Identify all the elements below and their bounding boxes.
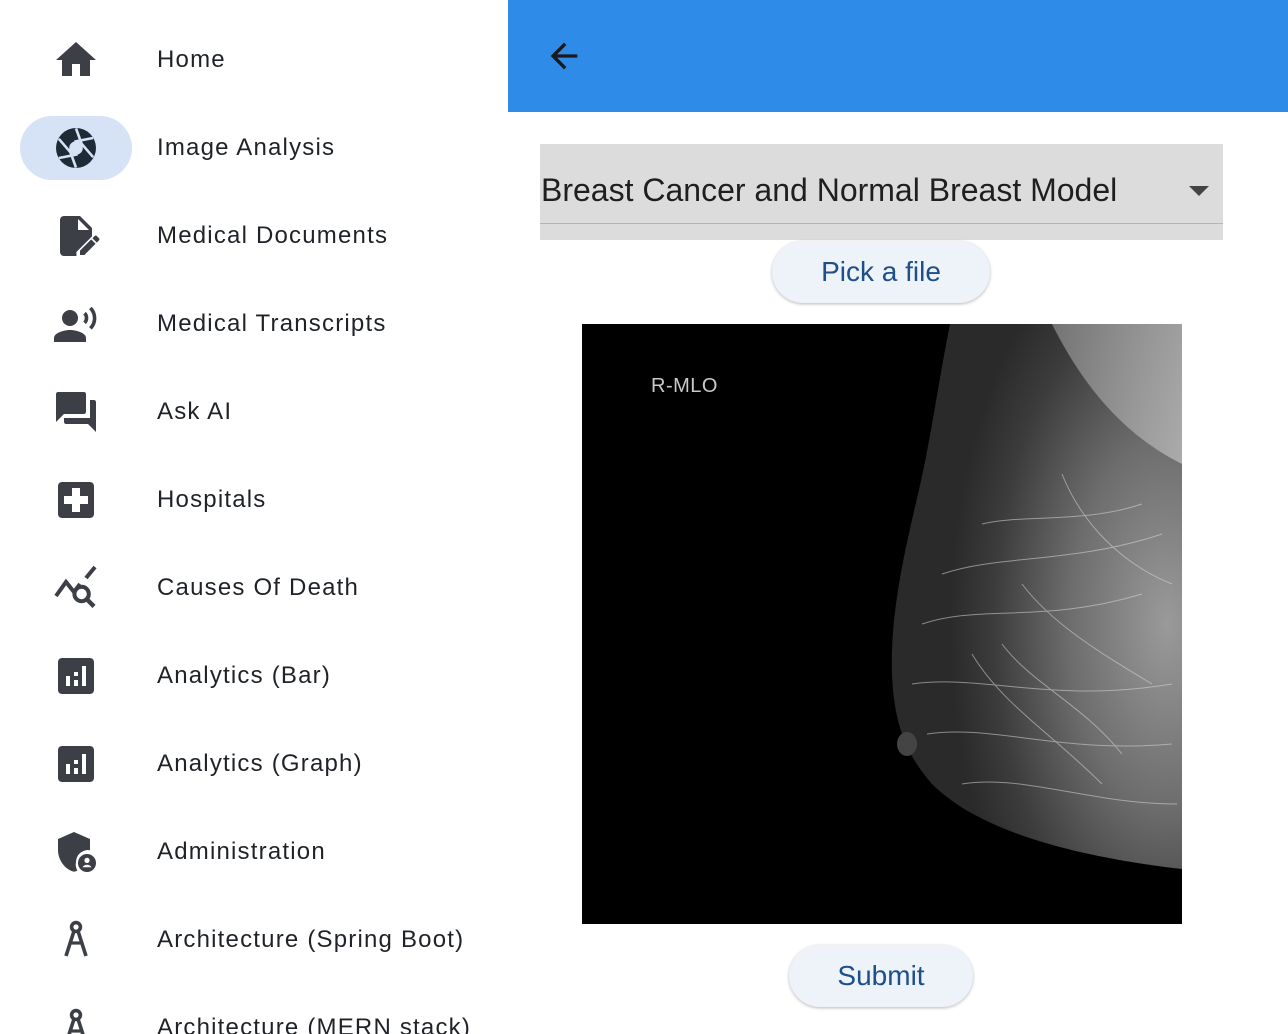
sidebar-item-architecture-spring-boot[interactable]: Architecture (Spring Boot) bbox=[0, 908, 508, 972]
sidebar-item-analytics-bar[interactable]: Analytics (Bar) bbox=[0, 644, 508, 708]
sidebar-item-label: Architecture (MERN stack) bbox=[157, 1014, 472, 1034]
bar-chart-icon bbox=[20, 732, 132, 796]
edit-document-icon bbox=[20, 204, 132, 268]
query-stats-icon bbox=[20, 556, 132, 620]
sidebar-item-label: Analytics (Bar) bbox=[157, 662, 332, 689]
sidebar-item-label: Image Analysis bbox=[157, 134, 336, 161]
sidebar-item-home[interactable]: Home bbox=[0, 28, 508, 92]
sidebar-item-administration[interactable]: Administration bbox=[0, 820, 508, 884]
sidebar-item-architecture-mern-stack[interactable]: Architecture (MERN stack) bbox=[0, 996, 508, 1034]
chat-bubbles-icon bbox=[20, 380, 132, 444]
arrow-back-icon bbox=[550, 42, 578, 70]
sidebar-item-image-analysis[interactable]: Image Analysis bbox=[0, 116, 508, 180]
app-root: Home Image Analysis Medical Documents Me… bbox=[0, 0, 1288, 1034]
sidebar-item-causes-of-death[interactable]: Causes Of Death bbox=[0, 556, 508, 620]
sidebar-item-label: Home bbox=[157, 46, 226, 73]
model-select-value: Breast Cancer and Normal Breast Model bbox=[541, 172, 1118, 208]
app-bar bbox=[508, 0, 1288, 112]
navigation-drawer: Home Image Analysis Medical Documents Me… bbox=[0, 0, 508, 1034]
sidebar-item-label: Medical Documents bbox=[157, 222, 389, 249]
sidebar-item-analytics-graph[interactable]: Analytics (Graph) bbox=[0, 732, 508, 796]
camera-aperture-icon bbox=[20, 116, 132, 180]
home-icon bbox=[20, 28, 132, 92]
sidebar-item-medical-documents[interactable]: Medical Documents bbox=[0, 204, 508, 268]
mammogram-image bbox=[891, 324, 1182, 869]
architecture-compass-icon bbox=[20, 996, 132, 1034]
back-button[interactable] bbox=[536, 30, 592, 82]
sidebar-item-label: Architecture (Spring Boot) bbox=[157, 926, 465, 953]
model-select-dropdown[interactable]: Breast Cancer and Normal Breast Model bbox=[540, 144, 1223, 240]
sidebar-item-medical-transcripts[interactable]: Medical Transcripts bbox=[0, 292, 508, 356]
architecture-compass-icon bbox=[20, 908, 132, 972]
sidebar-item-label: Administration bbox=[157, 838, 326, 865]
sidebar-item-hospitals[interactable]: Hospitals bbox=[0, 468, 508, 532]
sidebar-item-label: Ask AI bbox=[157, 398, 233, 425]
sidebar-item-ask-ai[interactable]: Ask AI bbox=[0, 380, 508, 444]
submit-button[interactable]: Submit bbox=[789, 945, 973, 1007]
medical-cross-icon bbox=[20, 468, 132, 532]
sidebar-item-label: Causes Of Death bbox=[157, 574, 360, 601]
sidebar-item-label: Hospitals bbox=[157, 486, 267, 513]
main-content: Breast Cancer and Normal Breast Model Pi… bbox=[508, 0, 1288, 1034]
dropdown-arrow-icon bbox=[1189, 186, 1209, 196]
sidebar-item-label: Medical Transcripts bbox=[157, 310, 387, 337]
image-preview: R-MLO bbox=[582, 324, 1182, 924]
pick-file-button[interactable]: Pick a file bbox=[772, 241, 990, 303]
admin-shield-icon bbox=[20, 820, 132, 884]
bar-chart-icon bbox=[20, 644, 132, 708]
sidebar-item-label: Analytics (Graph) bbox=[157, 750, 363, 777]
view-label: R-MLO bbox=[651, 375, 718, 397]
record-voice-icon bbox=[20, 292, 132, 356]
dropdown-underline bbox=[540, 223, 1223, 224]
